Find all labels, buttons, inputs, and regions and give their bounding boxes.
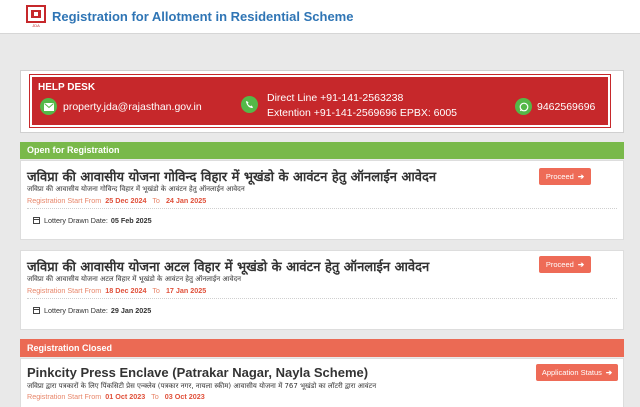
to-label: To [152,286,160,295]
scheme-title: जविप्रा की आवासीय योजना अटल विहार में भू… [27,260,430,275]
scheme-card: Pinkcity Press Enclave (Patrakar Nagar, … [20,358,624,407]
reg-end-date: 03 Oct 2023 [164,392,205,401]
email-icon [40,98,57,115]
help-desk-direct-line[interactable]: Direct Line +91-141-2563238 [267,92,403,104]
registration-dates: Registration Start From 01 Oct 2023 To 0… [27,392,205,401]
lottery-label: Lottery Drawn Date: [44,306,108,315]
proceed-button[interactable]: Proceed ➔ [539,168,591,185]
scheme-subtitle: जविप्रा द्वारा पत्रकारों के लिए पिंकसिटी… [27,382,377,390]
jda-logo-icon: JDA [26,5,46,28]
arrow-right-icon: ➔ [577,172,585,181]
help-desk-email[interactable]: property.jda@rajasthan.gov.in [63,101,202,113]
arrow-right-icon: ➔ [605,368,613,377]
calendar-icon [33,217,40,224]
to-label: To [151,392,159,401]
proceed-button-label: Proceed [545,260,574,269]
registration-closed-header: Registration Closed [20,339,624,357]
scheme-subtitle: जविप्रा की आवासीय योजना अटल विहार में भू… [27,275,242,283]
divider [27,208,617,209]
reg-start-date: 25 Dec 2024 [105,196,147,205]
help-desk-title: HELP DESK [38,82,96,93]
top-bar: JDA Registration for Allotment in Reside… [0,0,640,34]
lottery-date: 05 Feb 2025 [110,216,152,225]
reg-start-date: 01 Oct 2023 [105,392,146,401]
scheme-title: Pinkcity Press Enclave (Patrakar Nagar, … [27,365,369,380]
scheme-card: जविप्रा की आवासीय योजना अटल विहार में भू… [20,250,624,330]
scheme-title: जविप्रा की आवासीय योजना गोविन्द विहार मे… [27,170,437,185]
reg-end-date: 17 Jan 2025 [165,286,207,295]
scheme-card: जविप्रा की आवासीय योजना गोविन्द विहार मे… [20,160,624,240]
application-status-button[interactable]: Application Status ➔ [536,364,618,381]
phone-icon [241,96,258,113]
reg-start-label: Registration Start From [27,196,102,205]
to-label: To [152,196,160,205]
help-desk-whatsapp[interactable]: 9462569696 [537,101,595,113]
divider [27,298,617,299]
reg-start-label: Registration Start From [27,286,102,295]
reg-end-date: 24 Jan 2025 [165,196,207,205]
open-registration-header: Open for Registration [20,142,624,159]
calendar-icon [33,307,40,314]
reg-start-date: 18 Dec 2024 [105,286,147,295]
reg-start-label: Registration Start From [27,392,102,401]
registration-dates: Registration Start From 25 Dec 2024 To 2… [27,196,206,205]
scheme-subtitle: जविप्रा की आवासीय योजना गोविन्द विहार मे… [27,185,245,193]
lottery-date: 29 Jan 2025 [110,306,152,315]
application-status-button-label: Application Status [541,368,602,377]
lottery-info: Lottery Drawn Date: 29 Jan 2025 [33,306,151,315]
proceed-button[interactable]: Proceed ➔ [539,256,591,273]
arrow-right-icon: ➔ [577,260,585,269]
lottery-info: Lottery Drawn Date: 05 Feb 2025 [33,216,152,225]
registration-dates: Registration Start From 18 Dec 2024 To 1… [27,286,206,295]
whatsapp-icon [515,98,532,115]
proceed-button-label: Proceed [545,172,574,181]
help-desk-extension[interactable]: Extention +91-141-2569696 EPBX: 6005 [267,107,457,119]
svg-text:JDA: JDA [32,23,40,28]
page-title: Registration for Allotment in Residentia… [52,9,354,24]
lottery-label: Lottery Drawn Date: [44,216,108,225]
help-desk-banner: HELP DESK property.jda@rajasthan.gov.in … [29,74,611,128]
